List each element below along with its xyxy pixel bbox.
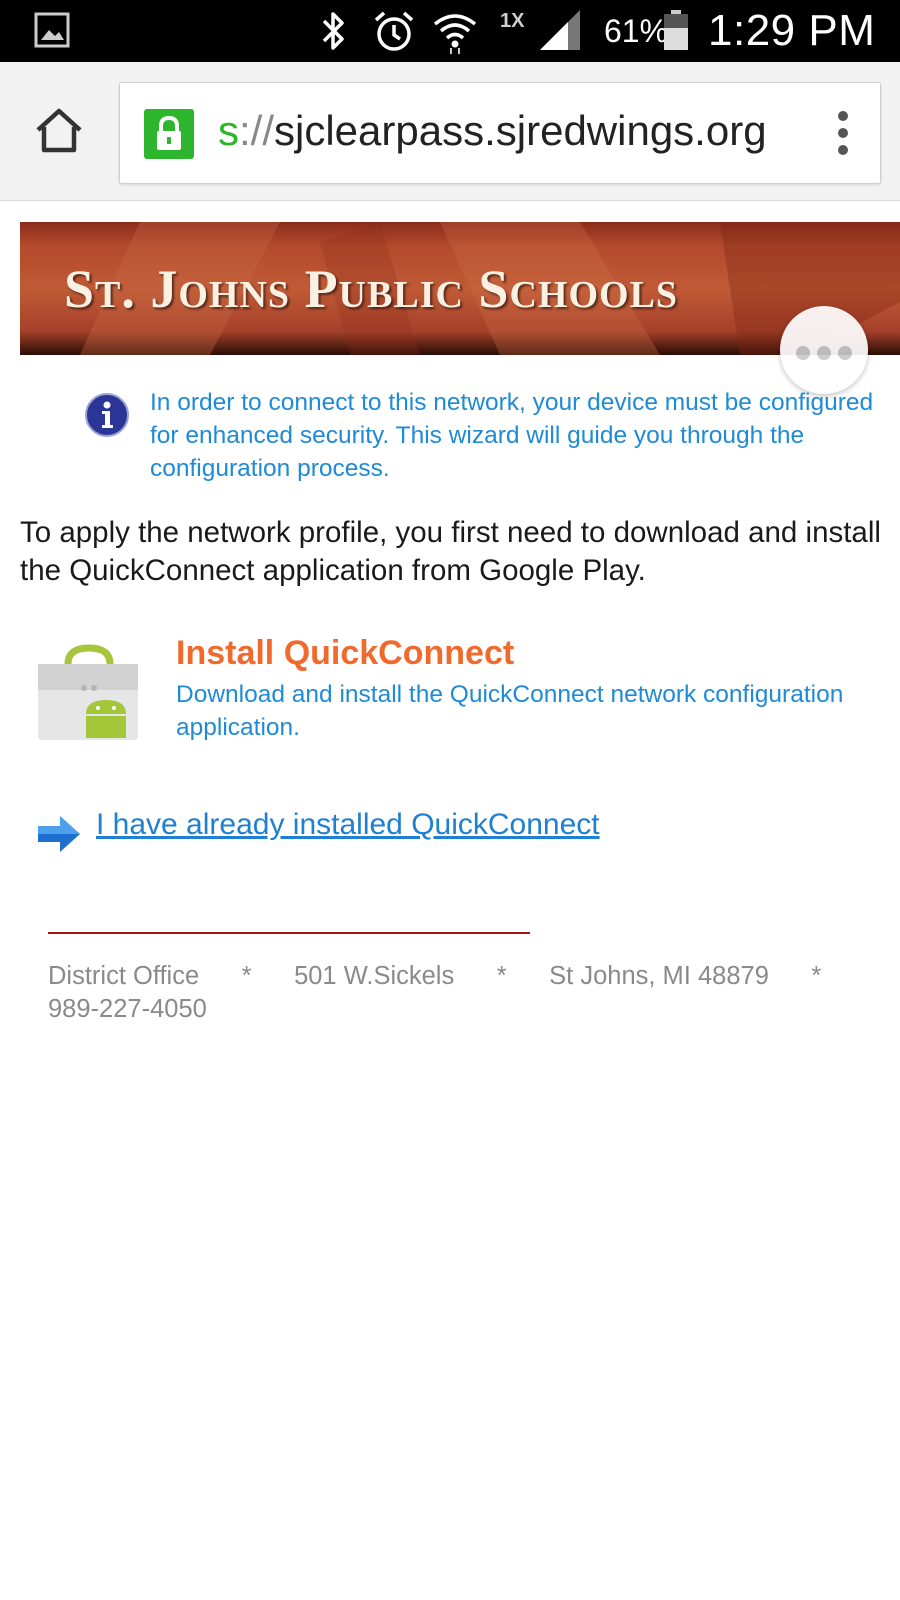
already-installed-link[interactable]: I have already installed QuickConnect xyxy=(96,808,600,842)
status-bar: 1X 61% 1:29 PM xyxy=(0,0,900,62)
browser-toolbar: s://sjclearpass.sjredwings.org xyxy=(0,62,900,201)
bluetooth-icon xyxy=(322,12,344,50)
floating-chat-bubble[interactable] xyxy=(780,306,868,394)
school-banner: St. Johns Public Schools xyxy=(20,222,900,355)
gallery-notification-icon xyxy=(34,12,70,48)
overflow-menu-icon[interactable] xyxy=(836,111,850,157)
network-type: 1X xyxy=(500,10,525,32)
url-host: sjclearpass.sjredwings.org xyxy=(274,107,767,154)
banner-title: St. Johns Public Schools xyxy=(64,259,679,319)
clock: 1:29 PM xyxy=(708,6,876,55)
cell-signal-icon xyxy=(540,10,580,50)
url-separator: :// xyxy=(239,107,275,154)
lock-icon[interactable] xyxy=(144,109,194,159)
footer-address: District Office * 501 W.Sickels * St Joh… xyxy=(48,962,864,1023)
url-text[interactable]: s://sjclearpass.sjredwings.org xyxy=(218,107,767,155)
address-bar[interactable]: s://sjclearpass.sjredwings.org xyxy=(119,82,881,184)
home-icon[interactable] xyxy=(34,106,84,156)
google-play-bag-icon[interactable] xyxy=(34,642,144,744)
info-icon xyxy=(85,393,129,437)
install-description[interactable]: Download and install the QuickConnect ne… xyxy=(176,678,876,744)
intro-text: To apply the network profile, you first … xyxy=(20,516,881,587)
battery-percent: 61% xyxy=(604,13,669,49)
footer-divider xyxy=(48,932,530,934)
install-quickconnect-link[interactable]: Install QuickConnect xyxy=(176,634,514,673)
alarm-icon xyxy=(374,11,414,51)
battery-icon xyxy=(664,10,688,50)
url-scheme: s xyxy=(218,107,239,154)
security-notice: In order to connect to this network, you… xyxy=(150,389,874,482)
wifi-icon xyxy=(433,14,477,54)
arrow-right-icon[interactable] xyxy=(36,814,82,854)
